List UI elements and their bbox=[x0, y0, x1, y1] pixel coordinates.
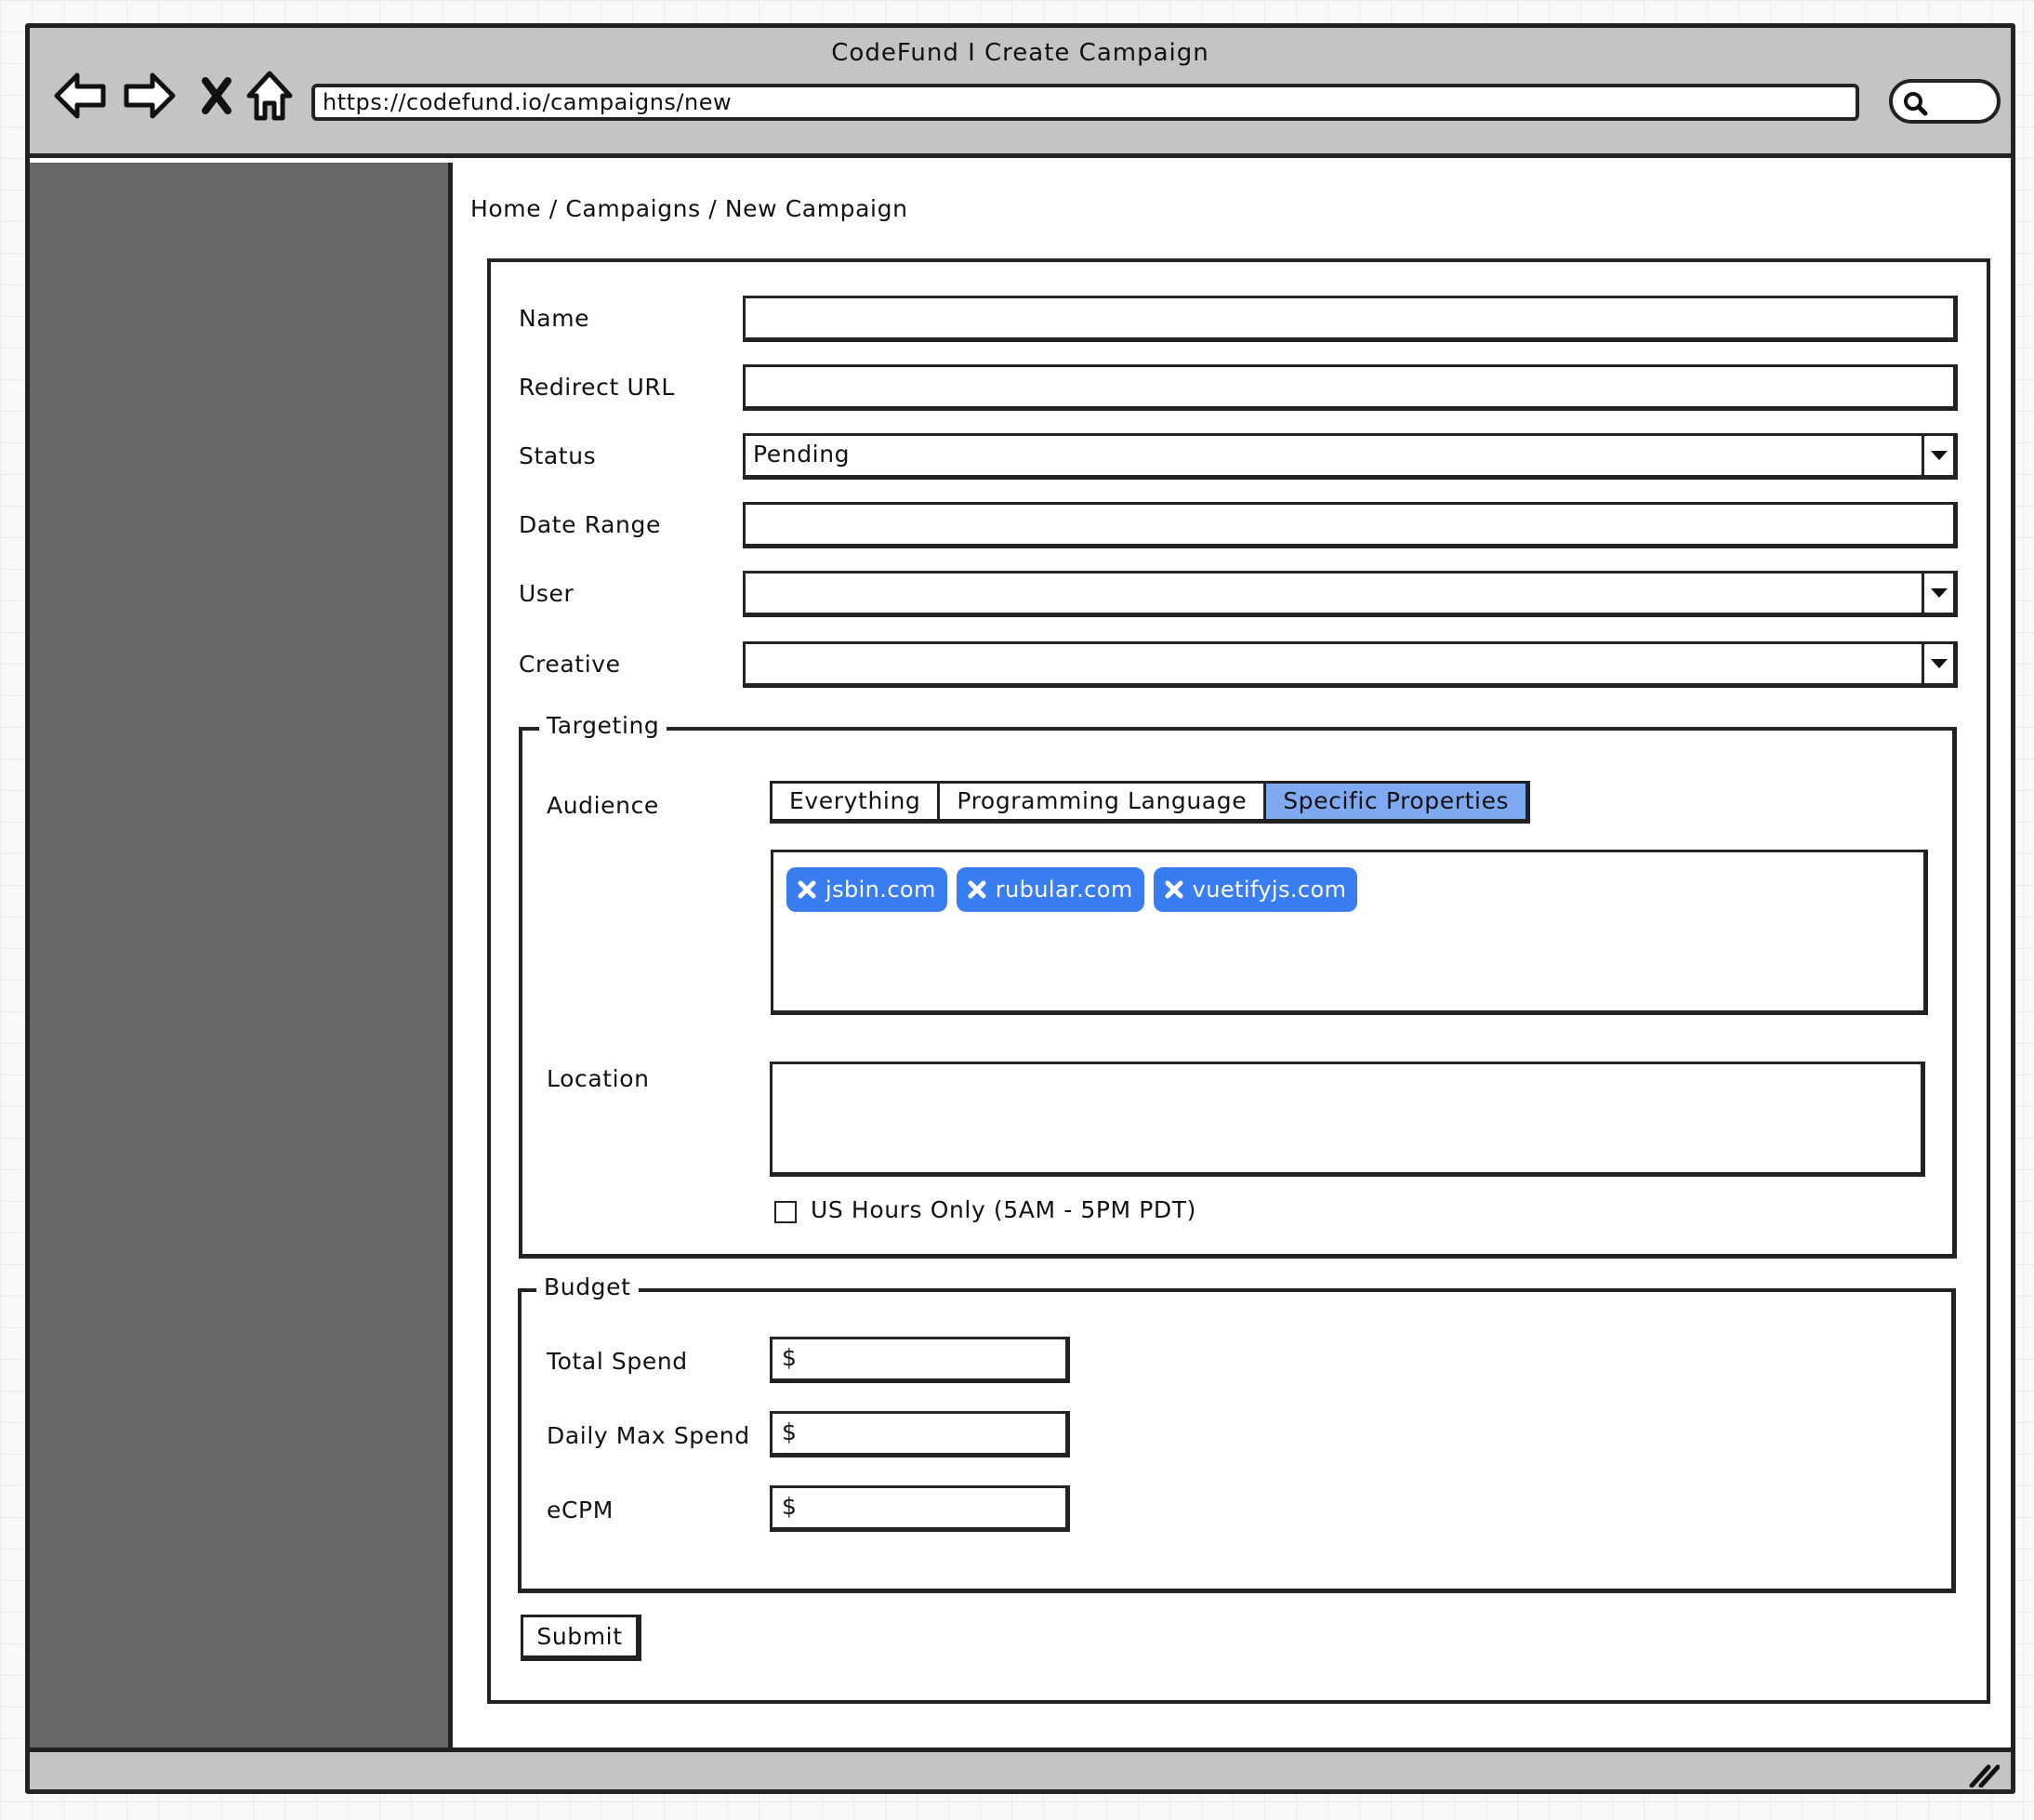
name-label: Name bbox=[519, 305, 590, 332]
name-input[interactable] bbox=[743, 296, 1958, 342]
user-label: User bbox=[519, 580, 575, 607]
tag-list: jsbin.com rubular.com vuetifyjs.com bbox=[786, 867, 1358, 912]
breadcrumb[interactable]: Home / Campaigns / New Campaign bbox=[470, 195, 908, 222]
audience-tabs: Everything Programming Language Specific… bbox=[770, 781, 1531, 824]
date-range-label: Date Range bbox=[519, 511, 661, 538]
address-bar[interactable]: https://codefund.io/campaigns/new bbox=[311, 84, 1859, 121]
total-spend-input[interactable]: $ bbox=[770, 1337, 1070, 1383]
browser-statusbar bbox=[30, 1747, 2011, 1789]
us-hours-checkbox[interactable] bbox=[774, 1201, 797, 1223]
status-value: Pending bbox=[753, 441, 851, 468]
tag-label: jsbin.com bbox=[825, 877, 936, 903]
ecpm-label: eCPM bbox=[547, 1497, 614, 1523]
chevron-down-icon[interactable] bbox=[1922, 436, 1953, 475]
submit-button[interactable]: Submit bbox=[521, 1615, 641, 1661]
status-select[interactable]: Pending bbox=[743, 433, 1958, 480]
arrow-left-icon[interactable] bbox=[53, 68, 109, 124]
redirect-url-input[interactable] bbox=[743, 364, 1958, 411]
location-label: Location bbox=[547, 1065, 650, 1092]
tag-label: rubular.com bbox=[995, 877, 1133, 903]
us-hours-label[interactable]: US Hours Only (5AM - 5PM PDT) bbox=[811, 1196, 1196, 1223]
tab-specific-properties[interactable]: Specific Properties bbox=[1266, 784, 1526, 819]
home-icon[interactable] bbox=[242, 68, 297, 124]
redirect-url-label: Redirect URL bbox=[519, 374, 675, 401]
tag-chip: vuetifyjs.com bbox=[1153, 867, 1358, 912]
tab-programming-language[interactable]: Programming Language bbox=[940, 784, 1267, 819]
daily-max-spend-input[interactable]: $ bbox=[770, 1411, 1070, 1457]
resize-grip-icon[interactable] bbox=[1968, 1761, 2001, 1794]
remove-tag-icon[interactable] bbox=[798, 880, 816, 899]
remove-tag-icon[interactable] bbox=[968, 880, 986, 899]
arrow-right-icon[interactable] bbox=[121, 68, 177, 124]
browser-search-field[interactable] bbox=[1889, 79, 2001, 124]
tag-chip: rubular.com bbox=[956, 867, 1144, 912]
status-label: Status bbox=[519, 442, 597, 469]
total-spend-label: Total Spend bbox=[547, 1348, 688, 1375]
properties-tag-input[interactable]: jsbin.com rubular.com vuetifyjs.com bbox=[771, 850, 1928, 1015]
chevron-down-icon[interactable] bbox=[1922, 574, 1953, 613]
user-select[interactable] bbox=[743, 571, 1958, 617]
search-icon bbox=[1904, 92, 1928, 116]
targeting-legend: Targeting bbox=[539, 712, 667, 739]
sidebar bbox=[30, 163, 453, 1747]
location-input[interactable] bbox=[770, 1062, 1925, 1177]
remove-tag-icon[interactable] bbox=[1165, 880, 1183, 899]
creative-select[interactable] bbox=[743, 641, 1958, 688]
date-range-input[interactable] bbox=[743, 502, 1958, 548]
audience-label: Audience bbox=[547, 792, 659, 819]
chevron-down-icon[interactable] bbox=[1922, 644, 1953, 683]
tab-everything[interactable]: Everything bbox=[773, 784, 941, 819]
daily-max-spend-label: Daily Max Spend bbox=[547, 1422, 750, 1449]
creative-label: Creative bbox=[519, 651, 621, 678]
tag-label: vuetifyjs.com bbox=[1192, 877, 1347, 903]
window-title: CodeFund I Create Campaign bbox=[831, 39, 1209, 67]
ecpm-input[interactable]: $ bbox=[770, 1485, 1070, 1532]
browser-titlebar: CodeFund I Create Campaign https://codef… bbox=[30, 28, 2011, 158]
budget-legend: Budget bbox=[536, 1273, 639, 1300]
close-icon[interactable] bbox=[189, 68, 244, 124]
tag-chip: jsbin.com bbox=[786, 867, 947, 912]
